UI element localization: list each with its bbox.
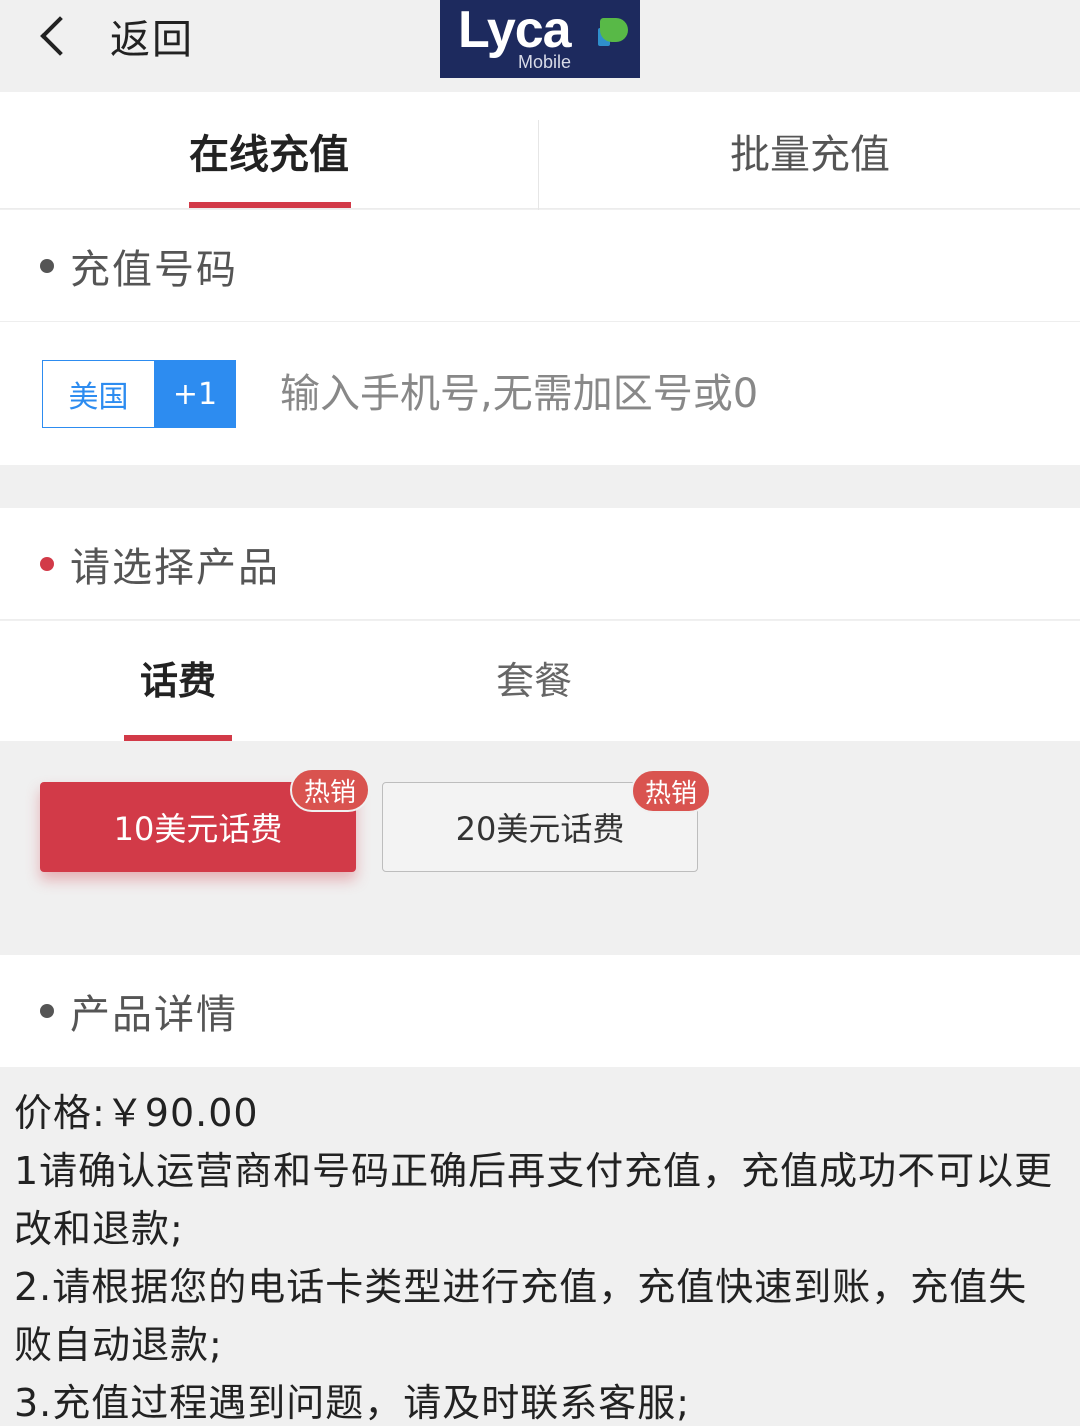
chevron-left-icon (40, 16, 80, 56)
product-option-20-usd[interactable]: 20美元话费 热销 (382, 769, 711, 872)
active-tab-indicator (189, 202, 351, 208)
product-label: 10美元话费 (113, 810, 283, 848)
hot-sale-badge: 热销 (630, 769, 711, 813)
section-header: 充值号码 (0, 210, 1080, 322)
logo-subtext: Mobile (518, 52, 572, 72)
bullet-dot-icon (40, 258, 54, 273)
tab-online-recharge[interactable]: 在线充值 (0, 92, 538, 209)
phone-number-input[interactable] (270, 360, 1050, 428)
active-subtab-indicator (124, 735, 232, 741)
tab-package[interactable]: 套餐 (434, 621, 634, 733)
back-button[interactable]: 返回 (36, 10, 194, 63)
required-dot-icon (40, 556, 54, 571)
hot-sale-badge: 热销 (289, 768, 370, 812)
price-line: 价格:￥90.00 (14, 1091, 259, 1135)
tab-airtime[interactable]: 话费 (78, 621, 278, 733)
tab-batch-recharge[interactable]: 批量充值 (540, 92, 1080, 209)
section-header: 请选择产品 (0, 508, 1080, 620)
phone-input-row: 美国 +1 (0, 322, 1080, 465)
bullet-dot-icon (40, 1004, 54, 1018)
details-line: 2.请根据您的电话卡类型进行充值，充值快速到账，充值失败自动退款; (14, 1265, 1028, 1367)
section-title-recharge-number: 充值号码 (70, 246, 238, 293)
section-title-select-product: 请选择产品 (70, 544, 280, 591)
product-details-section: 产品详情 (0, 955, 1080, 1067)
back-label: 返回 (110, 17, 194, 63)
details-line: 3.充值过程遇到问题，请及时联系客服; (14, 1381, 691, 1425)
product-type-tabs: 话费 套餐 (0, 621, 1080, 741)
logo-leaf-icon (600, 18, 628, 42)
details-line: 1请确认运营商和号码正确后再支付充值，充值成功不可以更改和退款; (14, 1149, 1054, 1251)
country-selector[interactable]: 美国 (42, 360, 154, 428)
lyca-mobile-logo: Lyca Mobile (440, 0, 640, 78)
product-select-section: 请选择产品 (0, 508, 1080, 620)
product-option-10-usd[interactable]: 10美元话费 热销 (40, 768, 370, 872)
main-tabs: 在线充值 批量充值 (0, 92, 1080, 210)
section-title-product-details: 产品详情 (70, 992, 238, 1038)
country-code[interactable]: +1 (154, 360, 236, 428)
product-options: 10美元话费 热销 20美元话费 热销 (0, 742, 1080, 954)
tab-divider (538, 120, 539, 210)
product-label: 20美元话费 (455, 810, 625, 848)
section-header: 产品详情 (0, 955, 1080, 1067)
recharge-number-section: 充值号码 (0, 210, 1080, 322)
product-details-text: 价格:￥90.00 1请确认运营商和号码正确后再支付充值，充值成功不可以更改和退… (0, 1068, 1080, 1426)
logo-text: Lyca (458, 1, 572, 59)
top-bar: 返回 Lyca Mobile (0, 0, 1080, 92)
